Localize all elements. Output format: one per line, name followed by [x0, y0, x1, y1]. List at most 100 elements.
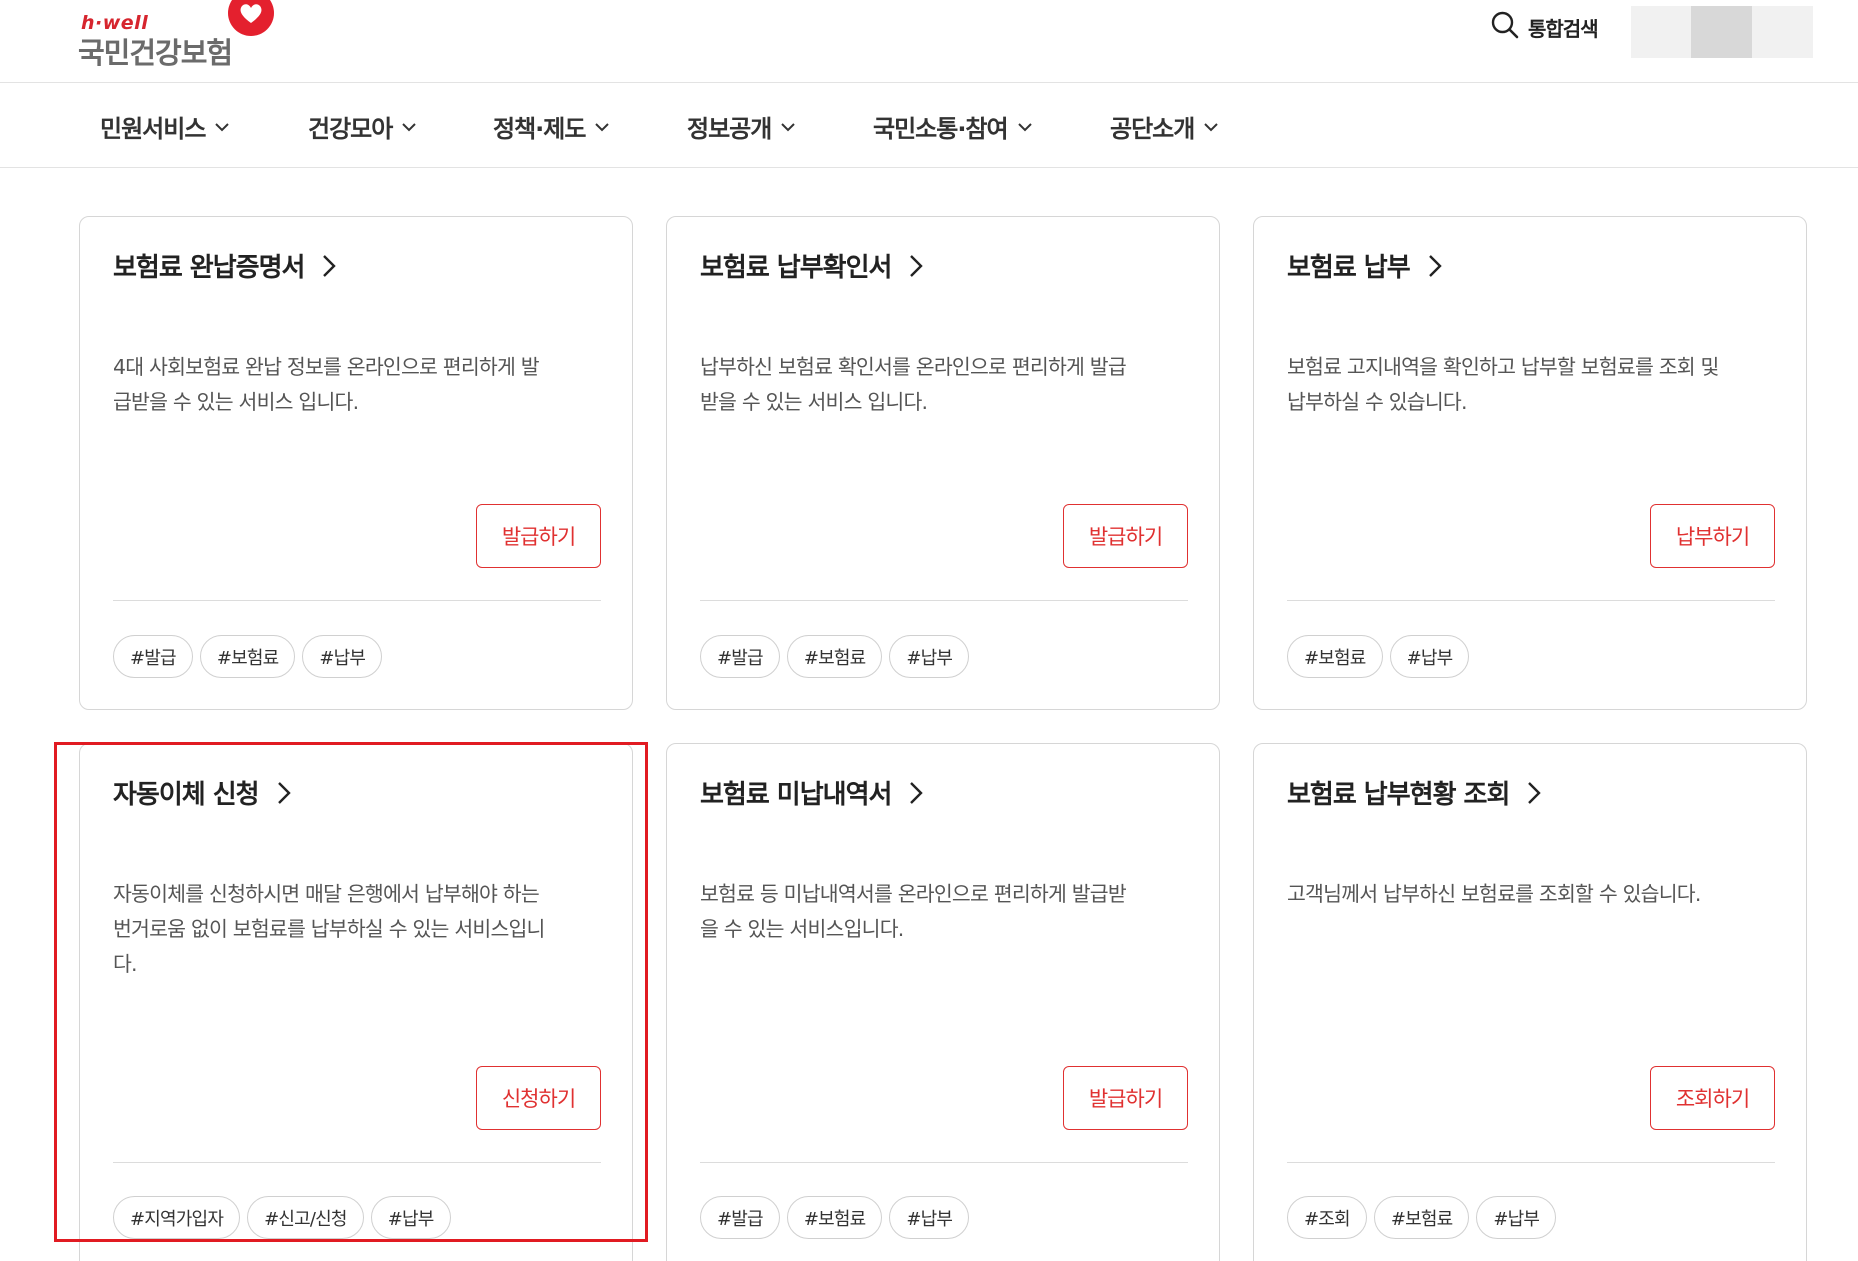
chevron-right-icon [1428, 254, 1442, 277]
desc-line: 납부하실 수 있습니다. [1287, 390, 1468, 414]
nav-item-label: 정책·제도 [493, 115, 586, 143]
nav-item-label: 민원서비스 [100, 115, 206, 143]
nav-item-label: 건강모아 [308, 115, 393, 143]
tag[interactable]: #보험료 [786, 635, 883, 678]
chevron-right-icon [1528, 781, 1542, 804]
tag[interactable]: #발급 [700, 1196, 780, 1239]
desc-line: 고객님께서 납부하신 보험료를 조회할 수 있습니다. [1287, 882, 1701, 906]
tag-list: #발급 #보험료 #납부 [700, 635, 970, 678]
search-label: 통합검색 [1528, 16, 1599, 41]
nav-item-label: 정보공개 [687, 115, 772, 143]
logo[interactable]: h·well 국민건강보험 [78, 0, 278, 70]
card-description: 4대 사회보험료 완납 정보를 온라인으로 편리하게 발 급받을 수 있는 서비… [113, 350, 603, 420]
main-nav: 민원서비스 건강모아 정책·제도 정보공개 국민소통·참여 공단소개 [0, 83, 1858, 168]
tag[interactable]: #보험료 [199, 635, 296, 678]
tag[interactable]: #발급 [700, 635, 780, 678]
card-title: 보험료 납부 [1287, 253, 1411, 283]
chevron-right-icon [910, 254, 924, 277]
card-title: 보험료 완납증명서 [113, 253, 305, 283]
desc-line: 납부하신 보험료 확인서를 온라인으로 편리하게 발급 [700, 355, 1127, 379]
desc-line: 받을 수 있는 서비스 입니다. [700, 390, 928, 414]
tag-list: #조회 #보험료 #납부 [1287, 1196, 1557, 1239]
desc-line: 4대 사회보험료 완납 정보를 온라인으로 편리하게 발 [113, 355, 540, 379]
divider [113, 600, 601, 601]
tag[interactable]: #납부 [1476, 1196, 1557, 1239]
chevron-down-icon [595, 122, 610, 131]
service-card: 보험료 완납증명서 4대 사회보험료 완납 정보를 온라인으로 편리하게 발 급… [79, 216, 633, 710]
card-description: 보험료 등 미납내역서를 온라인으로 편리하게 발급받 을 수 있는 서비스입니… [700, 877, 1190, 947]
card-description: 자동이체를 신청하시면 매달 은행에서 납부해야 하는 번거로움 없이 보험료를… [113, 877, 603, 982]
tag[interactable]: #납부 [370, 1196, 451, 1239]
nav-item-health[interactable]: 건강모아 [308, 109, 417, 144]
divider [700, 1162, 1188, 1163]
divider [1287, 1162, 1775, 1163]
card-title: 자동이체 신청 [113, 780, 260, 810]
nav-item-label: 공단소개 [1110, 115, 1195, 143]
card-title: 보험료 납부확인서 [700, 253, 892, 283]
card-title-link[interactable]: 보험료 미납내역서 [700, 774, 924, 811]
tag[interactable]: #보험료 [1373, 1196, 1470, 1239]
tag-list: #발급 #보험료 #납부 [700, 1196, 970, 1239]
inquire-button[interactable]: 조회하기 [1650, 1066, 1775, 1130]
card-description: 고객님께서 납부하신 보험료를 조회할 수 있습니다. [1287, 877, 1777, 912]
chevron-down-icon [781, 122, 796, 131]
card-description: 납부하신 보험료 확인서를 온라인으로 편리하게 발급 받을 수 있는 서비스 … [700, 350, 1190, 420]
tag[interactable]: #발급 [113, 635, 193, 678]
chevron-down-icon [1017, 122, 1032, 131]
apply-button[interactable]: 신청하기 [476, 1066, 601, 1130]
nav-item-participation[interactable]: 국민소통·참여 [873, 109, 1033, 144]
divider [113, 1162, 601, 1163]
desc-line: 을 수 있는 서비스입니다. [700, 917, 904, 941]
logo-main-text: 국민건강보험 [78, 36, 233, 70]
desc-line: 급받을 수 있는 서비스 입니다. [113, 390, 359, 414]
service-card: 보험료 미납내역서 보험료 등 미납내역서를 온라인으로 편리하게 발급받 을 … [666, 743, 1220, 1261]
search-icon [1490, 10, 1520, 44]
card-title-link[interactable]: 자동이체 신청 [113, 774, 291, 811]
divider [700, 600, 1188, 601]
top-header: h·well 국민건강보험 통합검색 [0, 0, 1858, 83]
pay-button[interactable]: 납부하기 [1650, 504, 1775, 568]
redacted-area [1631, 6, 1813, 58]
search-button[interactable]: 통합검색 [1490, 10, 1599, 44]
tag[interactable]: #조회 [1287, 1196, 1367, 1239]
issue-button[interactable]: 발급하기 [1063, 1066, 1188, 1130]
card-title-link[interactable]: 보험료 완납증명서 [113, 247, 337, 284]
card-title: 보험료 미납내역서 [700, 780, 892, 810]
nav-item-disclosure[interactable]: 정보공개 [687, 109, 796, 144]
tag[interactable]: #지역가입자 [113, 1196, 241, 1239]
tag[interactable]: #신고/신청 [247, 1196, 364, 1239]
service-card: 보험료 납부 보험료 고지내역을 확인하고 납부할 보험료를 조회 및 납부하실… [1253, 216, 1807, 710]
chevron-right-icon [277, 781, 291, 804]
nav-item-civil-service[interactable]: 민원서비스 [100, 109, 230, 144]
tag[interactable]: #납부 [889, 1196, 970, 1239]
desc-line: 다. [113, 952, 138, 976]
card-title-link[interactable]: 보험료 납부확인서 [700, 247, 924, 284]
desc-line: 번거로움 없이 보험료를 납부하실 수 있는 서비스입니 [113, 917, 545, 941]
tag[interactable]: #납부 [302, 635, 383, 678]
tag[interactable]: #보험료 [1287, 635, 1383, 678]
desc-line: 보험료 등 미납내역서를 온라인으로 편리하게 발급받 [700, 882, 1127, 906]
nav-item-about[interactable]: 공단소개 [1110, 109, 1219, 144]
tag-list: #지역가입자 #신고/신청 #납부 [113, 1196, 451, 1239]
desc-line: 자동이체를 신청하시면 매달 은행에서 납부해야 하는 [113, 882, 540, 906]
nav-item-label: 국민소통·참여 [873, 115, 1009, 143]
issue-button[interactable]: 발급하기 [1063, 504, 1188, 568]
card-description: 보험료 고지내역을 확인하고 납부할 보험료를 조회 및 납부하실 수 있습니다… [1287, 350, 1777, 420]
service-card: 보험료 납부현황 조회 고객님께서 납부하신 보험료를 조회할 수 있습니다. … [1253, 743, 1807, 1261]
chevron-down-icon [215, 122, 230, 131]
desc-line: 보험료 고지내역을 확인하고 납부할 보험료를 조회 및 [1287, 355, 1719, 379]
chevron-down-icon [402, 122, 417, 131]
tag[interactable]: #보험료 [786, 1196, 883, 1239]
issue-button[interactable]: 발급하기 [476, 504, 601, 568]
tag[interactable]: #납부 [1389, 635, 1470, 678]
service-card: 자동이체 신청 자동이체를 신청하시면 매달 은행에서 납부해야 하는 번거로움… [79, 743, 633, 1261]
card-title: 보험료 납부현황 조회 [1287, 780, 1510, 810]
heart-icon [228, 0, 274, 36]
tag[interactable]: #납부 [889, 635, 970, 678]
card-title-link[interactable]: 보험료 납부현황 조회 [1287, 774, 1542, 811]
tag-list: #발급 #보험료 #납부 [113, 635, 383, 678]
chevron-down-icon [1204, 122, 1219, 131]
nav-item-policy[interactable]: 정책·제도 [493, 109, 610, 144]
tag-list: #보험료 #납부 [1287, 635, 1470, 678]
card-title-link[interactable]: 보험료 납부 [1287, 247, 1442, 284]
